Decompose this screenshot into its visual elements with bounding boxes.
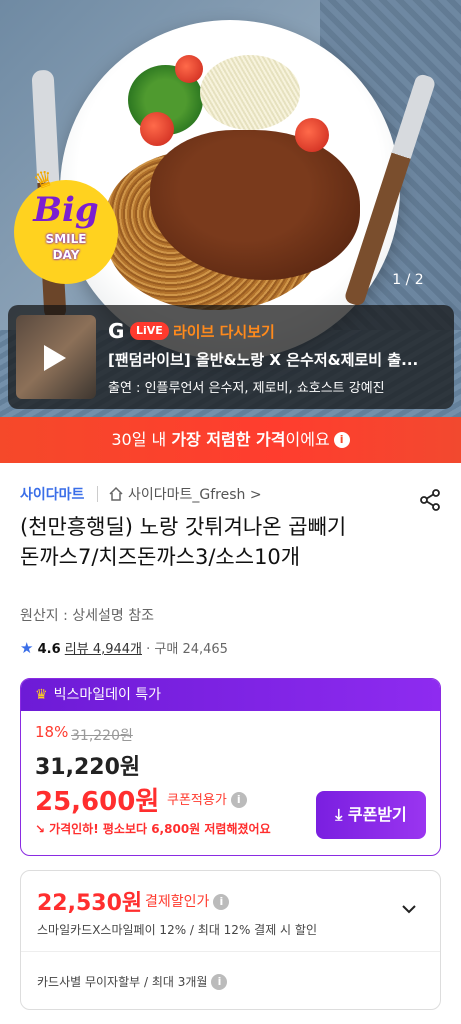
store-name[interactable]: 사이다마트: [20, 484, 84, 504]
payment-note-text: 결제할인가: [145, 894, 210, 910]
sales-count: · 구매 24,465: [146, 642, 228, 657]
download-icon: ⤓: [335, 805, 348, 824]
divider: [21, 951, 440, 952]
lowest-price-banner[interactable]: 30일 내 가장 저렴한 가격이에요 i: [0, 417, 461, 463]
home-icon: [109, 486, 123, 501]
payment-label: 결제할인가 i: [145, 891, 230, 911]
crown-icon: ♛: [35, 687, 48, 703]
coupon-price: 25,600원: [35, 787, 160, 817]
live-replay-card[interactable]: G LiVE 라이브 다시보기 [팬덤라이브] 올반&노랑 X 은수저&제로비 …: [8, 305, 454, 409]
strike-price: 31,220원: [71, 728, 133, 744]
info-icon[interactable]: i: [230, 792, 247, 808]
original-price: 31,220원: [35, 755, 141, 780]
coupon-price-label: 쿠폰적용가 i: [167, 789, 247, 808]
tomato: [175, 55, 203, 83]
cabbage: [200, 55, 300, 130]
get-coupon-button[interactable]: ⤓ 쿠폰받기: [316, 791, 426, 839]
price-down-icon: ↘: [35, 822, 46, 836]
installment-text: 카드사별 무이자할부 / 최대 3개월: [37, 975, 208, 989]
info-icon[interactable]: i: [211, 974, 228, 990]
play-icon[interactable]: [44, 345, 66, 371]
discount-rate: 18%: [35, 723, 69, 741]
product-title: (천만흥행딜) 노랑 갓튀겨나온 곱빼기돈까스7/치즈돈까스3/소스10개: [20, 515, 347, 569]
promo-header: ♛ 빅스마일데이 특가: [21, 679, 440, 711]
tomato: [140, 112, 174, 146]
banner-text-post: 이에요: [285, 430, 330, 449]
product-hero-image[interactable]: ♛ Big SMILE DAY 1 / 2 G LiVE 라이브 다시보기 [팬…: [0, 0, 461, 417]
banner-text-bold: 가장 저렴한 가격: [171, 430, 286, 449]
big-smile-day-badge: ♛ Big SMILE DAY: [14, 165, 118, 284]
rating-score: 4.6: [37, 642, 61, 657]
info-icon[interactable]: i: [333, 432, 350, 448]
live-cast: 출연 : 인플루언서 은수저, 제로비, 쇼호스트 강예진: [108, 381, 385, 396]
price-drop-note: ↘ 가격인하! 평소보다 6,800원 저렴해졌어요: [35, 820, 271, 837]
info-icon[interactable]: i: [213, 894, 230, 910]
price-drop-text: 가격인하! 평소보다 6,800원 저렴해졌어요: [49, 822, 271, 836]
tomato: [295, 118, 329, 152]
badge-word: Big: [33, 190, 99, 230]
badge-line1: SMILE: [45, 232, 87, 246]
gmarket-logo: G: [108, 319, 125, 343]
big-smile-promo-box: ♛ 빅스마일데이 특가 18% 31,220원 31,220원 25,600원 쿠…: [20, 678, 441, 856]
live-thumbnail[interactable]: [16, 315, 96, 399]
divider: [97, 486, 98, 502]
review-count-link[interactable]: 리뷰 4,944개: [65, 642, 142, 657]
share-icon[interactable]: [418, 488, 442, 512]
star-icon: ★: [20, 639, 34, 657]
payment-price: 22,530원: [37, 891, 143, 916]
live-title[interactable]: [팬덤라이브] 올반&노랑 X 은수저&제로비 출...: [108, 349, 438, 370]
live-replay-label: 라이브 다시보기: [173, 323, 275, 341]
promo-header-text: 빅스마일데이 특가: [53, 687, 162, 703]
rating-row[interactable]: ★ 4.6 리뷰 4,944개 · 구매 24,465: [20, 638, 228, 657]
product-origin: 원산지 : 상세설명 참조: [20, 608, 154, 624]
live-badge: LiVE: [130, 322, 169, 340]
image-pager: 1 / 2: [392, 272, 424, 288]
badge-line2: DAY: [52, 248, 80, 262]
chevron-down-icon[interactable]: [401, 901, 417, 917]
coupon-button-label: 쿠폰받기: [347, 805, 407, 824]
payment-detail: 스마일카드X스마일페이 12% / 최대 12% 결제 시 할인: [37, 923, 317, 937]
coupon-note-text: 쿠폰적용가: [167, 793, 227, 808]
installment-info: 카드사별 무이자할부 / 최대 3개월 i: [37, 973, 228, 990]
payment-discount-box[interactable]: 22,530원 결제할인가 i 스마일카드X스마일페이 12% / 최대 12% …: [20, 870, 441, 1010]
store-shop-link[interactable]: 사이다마트_Gfresh >: [128, 484, 262, 504]
banner-text-pre: 30일 내: [111, 430, 172, 449]
